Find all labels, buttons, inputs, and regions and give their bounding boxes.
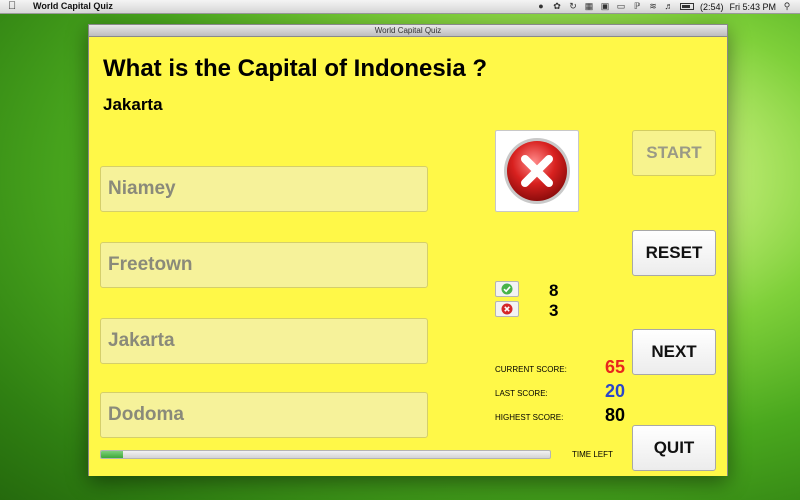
paw-icon[interactable]: ✿ xyxy=(552,2,562,11)
correct-answer-label: Jakarta xyxy=(103,95,163,114)
next-button[interactable]: NEXT xyxy=(632,329,716,375)
quiz-window: World Capital Quiz What is the Capital o… xyxy=(88,24,728,476)
correct-count: 8 xyxy=(549,281,559,300)
bluetooth-icon[interactable]: ℙ xyxy=(632,2,642,11)
sync-icon[interactable]: ↻ xyxy=(568,2,578,11)
menu-clock[interactable]: Fri 5:43 PM xyxy=(729,2,776,12)
menu-bar:  World Capital Quiz ● ✿ ↻ ▦ ▣ ▭ ℙ ≋ ♬ (… xyxy=(0,0,800,14)
current-score-label: CURRENT SCORE: xyxy=(495,365,567,374)
option-button-2[interactable]: Freetown xyxy=(100,242,428,288)
wrong-count: 3 xyxy=(549,301,559,320)
display-icon[interactable]: ▭ xyxy=(616,2,626,11)
start-button[interactable]: START xyxy=(632,130,716,176)
quit-button[interactable]: QUIT xyxy=(632,425,716,471)
time-progress-fill xyxy=(101,451,124,458)
last-score-value: 20 xyxy=(604,381,625,401)
window-title[interactable]: World Capital Quiz xyxy=(89,25,727,37)
option-button-3[interactable]: Jakarta xyxy=(100,318,428,364)
current-score-value: 65 xyxy=(604,357,625,377)
reset-button[interactable]: RESET xyxy=(632,230,716,276)
last-score-label: LAST SCORE: xyxy=(495,389,548,398)
app-menu-name[interactable]: World Capital Quiz xyxy=(33,0,113,13)
wrong-x-icon xyxy=(504,138,570,204)
option-button-4[interactable]: Dodoma xyxy=(100,392,428,438)
spotlight-search-icon[interactable]: ⚲ xyxy=(782,2,792,11)
option-button-1[interactable]: Niamey xyxy=(100,166,428,212)
evernote-icon[interactable]: ● xyxy=(536,2,546,11)
quiz-content: What is the Capital of Indonesia ? Jakar… xyxy=(89,37,727,476)
result-indicator xyxy=(495,130,579,212)
battery-icon[interactable] xyxy=(679,3,694,10)
apple-menu-icon[interactable]:  xyxy=(8,0,16,13)
wifi-icon[interactable]: ≋ xyxy=(648,2,658,11)
highest-score-value: 80 xyxy=(604,405,625,425)
battery-time: (2:54) xyxy=(699,1,724,12)
monitor-icon[interactable]: ▣ xyxy=(600,2,610,11)
highest-score-label: HIGHEST SCORE: xyxy=(495,413,564,422)
time-left-label: TIME LEFT xyxy=(572,450,613,459)
menu-bar-status: ● ✿ ↻ ▦ ▣ ▭ ℙ ≋ ♬ (2:54) Fri 5:43 PM ⚲ xyxy=(536,0,792,13)
grid-icon[interactable]: ▦ xyxy=(584,2,594,11)
question-text: What is the Capital of Indonesia ? xyxy=(103,55,488,82)
check-icon xyxy=(495,281,519,297)
cross-icon xyxy=(495,301,519,317)
time-progress-bar xyxy=(100,450,551,459)
volume-icon[interactable]: ♬ xyxy=(664,2,674,11)
